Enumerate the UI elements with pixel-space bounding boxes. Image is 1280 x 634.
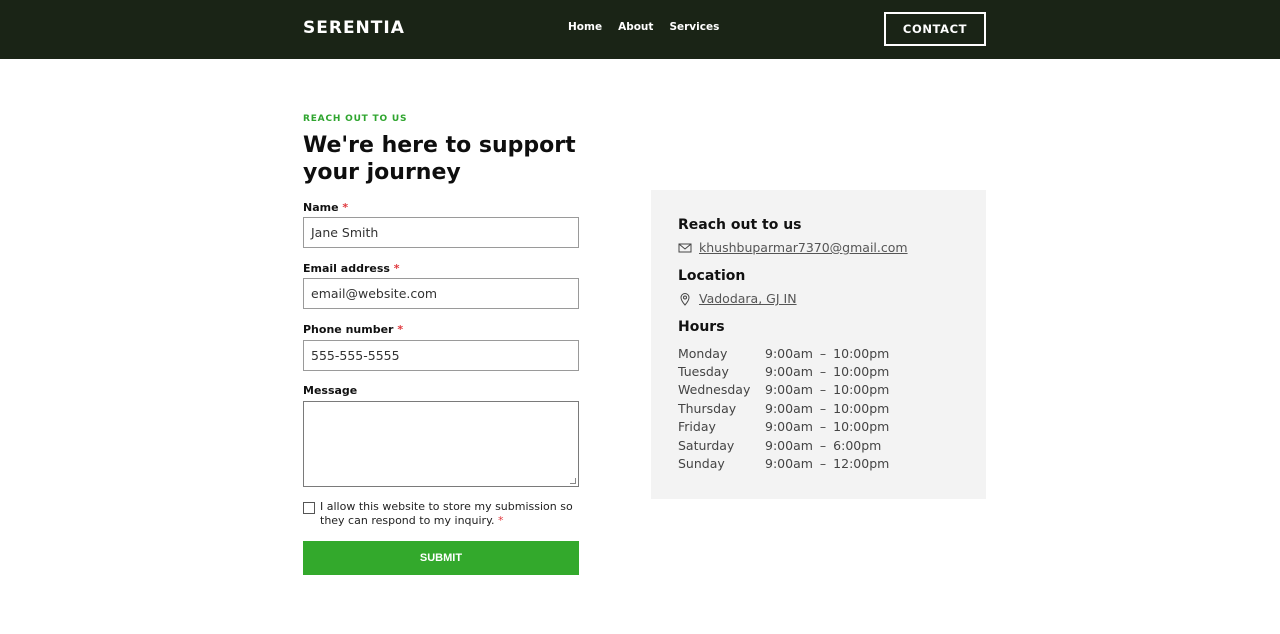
site-header: SERENTIA Home About Services CONTACT: [0, 0, 1280, 59]
hours-day: Thursday: [678, 400, 737, 416]
hours-open: 9:00am: [765, 364, 813, 380]
hours-open: 9:00am: [765, 345, 813, 361]
hours-time: 9:00am –12:00pm: [765, 456, 889, 471]
hours-separator: –: [819, 400, 827, 416]
email-link[interactable]: khushbuparmar7370@gmail.com: [699, 240, 908, 255]
name-label: Name *: [303, 201, 348, 214]
hours-day: Monday: [678, 345, 728, 361]
hours-open: 9:00am: [765, 382, 813, 398]
message-textarea[interactable]: [303, 401, 579, 487]
hours-row-sunday: Sunday 9:00am –12:00pm: [678, 454, 889, 472]
hours-time: 9:00am –6:00pm: [765, 438, 881, 453]
message-label: Message: [303, 384, 358, 397]
envelope-icon: [678, 241, 692, 255]
hours-list: Monday 9:00am –10:00pm Tuesday 9:00am –10:00p…: [678, 344, 889, 473]
hours-open: 9:00am: [765, 419, 813, 435]
nav-link-about[interactable]: About: [618, 21, 653, 33]
email-label-text: Email address: [303, 262, 390, 275]
hours-day: Saturday: [678, 437, 735, 453]
location-heading: Location: [678, 268, 746, 284]
required-marker: *: [397, 323, 404, 336]
hours-row-wednesday: Wednesday 9:00am –10:00pm: [678, 381, 889, 399]
consent-label: I allow this website to store my submiss…: [320, 500, 579, 528]
resize-handle-icon[interactable]: [570, 478, 576, 484]
hours-row-friday: Friday 9:00am –10:00pm: [678, 418, 889, 436]
page-title: We're here to support your journey: [303, 133, 576, 185]
consent-text: I allow this website to store my submiss…: [320, 500, 573, 527]
hours-row-monday: Monday 9:00am –10:00pm: [678, 344, 889, 362]
hours-close: 12:00pm: [833, 456, 890, 472]
email-input[interactable]: email@website.com: [303, 278, 579, 309]
reach-heading: Reach out to us: [678, 217, 802, 233]
consent-checkbox[interactable]: [303, 502, 315, 514]
submit-button[interactable]: SUBMIT: [303, 541, 579, 575]
hours-row-tuesday: Tuesday 9:00am –10:00pm: [678, 362, 889, 380]
hours-close: 10:00pm: [833, 345, 890, 361]
name-input[interactable]: Jane Smith: [303, 217, 579, 248]
hours-close: 10:00pm: [833, 419, 890, 435]
hours-time: 9:00am –10:00pm: [765, 382, 889, 397]
hours-day: Sunday: [678, 456, 725, 472]
hours-separator: –: [819, 419, 827, 435]
contact-info-panel: Reach out to us khushbuparmar7370@gmail.…: [651, 190, 986, 499]
hours-open: 9:00am: [765, 456, 813, 472]
main-nav: Home About Services: [568, 21, 719, 33]
location-line: Vadodara, GJ IN: [678, 291, 797, 306]
email-line: khushbuparmar7370@gmail.com: [678, 240, 908, 255]
name-label-text: Name: [303, 201, 339, 214]
email-label: Email address *: [303, 262, 400, 275]
hours-open: 9:00am: [765, 400, 813, 416]
hours-time: 9:00am –10:00pm: [765, 419, 889, 434]
map-pin-icon: [678, 292, 692, 306]
hours-separator: –: [819, 437, 827, 453]
phone-label-text: Phone number: [303, 323, 394, 336]
contact-button[interactable]: CONTACT: [884, 12, 986, 46]
hours-time: 9:00am –10:00pm: [765, 346, 889, 361]
hours-close: 10:00pm: [833, 400, 890, 416]
hours-separator: –: [819, 345, 827, 361]
hours-day: Friday: [678, 419, 716, 435]
form-eyebrow: REACH OUT TO US: [303, 114, 408, 124]
location-link[interactable]: Vadodara, GJ IN: [699, 291, 797, 306]
required-marker: *: [342, 201, 349, 214]
hours-heading: Hours: [678, 319, 725, 335]
hours-separator: –: [819, 364, 827, 380]
hours-row-saturday: Saturday 9:00am –6:00pm: [678, 436, 889, 454]
hours-separator: –: [819, 456, 827, 472]
hours-close: 10:00pm: [833, 364, 890, 380]
hours-day: Wednesday: [678, 382, 751, 398]
brand-logo[interactable]: SERENTIA: [303, 18, 405, 38]
hours-time: 9:00am –10:00pm: [765, 401, 889, 416]
hours-separator: –: [819, 382, 827, 398]
required-marker: *: [498, 514, 504, 527]
hours-open: 9:00am: [765, 437, 813, 453]
hours-row-thursday: Thursday 9:00am –10:00pm: [678, 399, 889, 417]
required-marker: *: [393, 262, 400, 275]
consent-row: I allow this website to store my submiss…: [303, 500, 579, 528]
hours-close: 6:00pm: [833, 437, 882, 453]
hours-time: 9:00am –10:00pm: [765, 364, 889, 379]
nav-link-services[interactable]: Services: [669, 21, 719, 33]
nav-link-home[interactable]: Home: [568, 21, 602, 33]
phone-input[interactable]: 555-555-5555: [303, 340, 579, 371]
phone-label: Phone number *: [303, 323, 403, 336]
hours-day: Tuesday: [678, 364, 729, 380]
hours-close: 10:00pm: [833, 382, 890, 398]
